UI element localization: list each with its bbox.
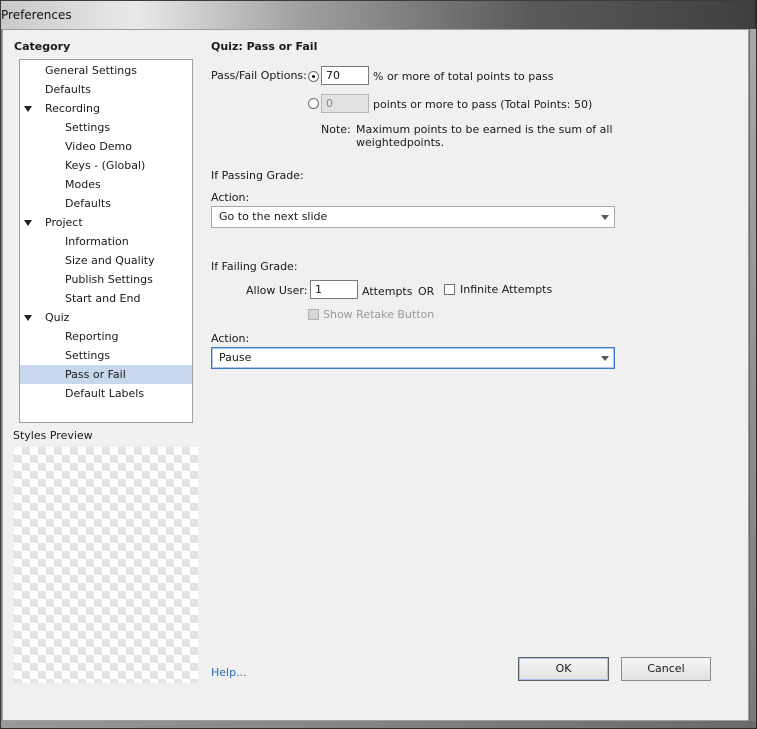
tree-item-label: Reporting — [65, 330, 119, 343]
infinite-attempts-label: Infinite Attempts — [460, 283, 553, 296]
tree-item[interactable]: General Settings — [20, 61, 192, 80]
expand-arrow-icon[interactable] — [24, 106, 32, 112]
points-input[interactable]: 0 — [321, 94, 369, 113]
tree-item[interactable]: Project — [20, 213, 192, 232]
failing-grade-heading: If Failing Grade: — [211, 260, 298, 273]
tree-item-label: General Settings — [45, 64, 137, 77]
window-right-border — [750, 29, 756, 726]
tree-item[interactable]: Defaults — [20, 80, 192, 99]
note-text-line1: Maximum points to be earned is the sum o… — [356, 123, 613, 136]
passing-action-value: Go to the next slide — [219, 210, 328, 223]
passing-action-select[interactable]: Go to the next slide — [211, 206, 615, 228]
tree-item[interactable]: Start and End — [20, 289, 192, 308]
category-tree[interactable]: General Settings Defaults Recording Setting… — [19, 59, 193, 423]
tree-item-label: Modes — [65, 178, 101, 191]
allow-user-label: Allow User: — [246, 284, 308, 297]
tree-item-label: Information — [65, 235, 129, 248]
panel-title: Quiz: Pass or Fail — [211, 40, 318, 53]
percent-suffix-label: % or more of total points to pass — [373, 70, 554, 83]
tree-item-label: Recording — [45, 102, 101, 115]
tree-item[interactable]: Size and Quality — [20, 251, 192, 270]
tree-item-label: Start and End — [65, 292, 141, 305]
note-label: Note: — [321, 123, 351, 136]
title-bar[interactable]: Preferences — [1, 1, 754, 29]
tree-item-label: Project — [45, 216, 83, 229]
points-radio[interactable] — [308, 98, 319, 109]
window-title: Preferences — [1, 8, 72, 22]
tree-item-label: Keys - (Global) — [65, 159, 146, 172]
tree-item[interactable]: Information — [20, 232, 192, 251]
cancel-button[interactable]: Cancel — [621, 657, 711, 681]
percent-radio[interactable] — [308, 71, 319, 82]
preferences-window: Preferences Category General Settings Def… — [0, 0, 756, 728]
show-retake-checkbox[interactable] — [308, 309, 319, 320]
failing-action-select[interactable]: Pause — [211, 347, 615, 369]
tree-item[interactable]: Quiz — [20, 308, 192, 327]
styles-preview-label: Styles Preview — [13, 429, 93, 442]
infinite-attempts-checkbox[interactable] — [444, 284, 455, 295]
window-bottom-border — [1, 721, 756, 728]
tree-item-label: Settings — [65, 349, 111, 362]
failing-action-value: Pause — [219, 351, 252, 364]
attempts-label: Attempts — [362, 285, 413, 298]
tree-item-label: Quiz — [45, 311, 70, 324]
ok-button[interactable]: OK — [518, 657, 609, 681]
attempts-input[interactable]: 1 — [310, 280, 358, 299]
points-suffix-label: points or more to pass (Total Points: 50… — [373, 98, 593, 111]
tree-item[interactable]: Recording — [20, 99, 192, 118]
percent-input[interactable]: 70 — [321, 66, 369, 85]
dialog-body: Category General Settings Defaults Recordi… — [2, 29, 749, 721]
tree-item-label: Video Demo — [65, 140, 132, 153]
tree-item[interactable]: Modes — [20, 175, 192, 194]
chevron-down-icon — [601, 215, 609, 220]
tree-item-label: Publish Settings — [65, 273, 153, 286]
pass-fail-options-label: Pass/Fail Options: — [211, 69, 307, 82]
note-text-line2: weightedpoints. — [356, 136, 445, 149]
tree-item-label: Defaults — [65, 197, 111, 210]
tree-item[interactable]: Settings — [20, 346, 192, 365]
tree-item[interactable]: Keys - (Global) — [20, 156, 192, 175]
help-link[interactable]: Help... — [211, 666, 247, 679]
tree-item[interactable]: Pass or Fail — [20, 365, 192, 384]
tree-item-label: Pass or Fail — [65, 368, 126, 381]
category-heading: Category — [14, 40, 71, 53]
tree-item[interactable]: Video Demo — [20, 137, 192, 156]
styles-preview-area — [14, 447, 198, 683]
show-retake-label: Show Retake Button — [323, 308, 435, 321]
tree-item[interactable]: Defaults — [20, 194, 192, 213]
failing-action-label: Action: — [211, 332, 250, 345]
tree-item-label: Settings — [65, 121, 111, 134]
tree-item[interactable]: Reporting — [20, 327, 192, 346]
tree-item-label: Size and Quality — [65, 254, 155, 267]
tree-item[interactable]: Default Labels — [20, 384, 192, 403]
tree-item-label: Default Labels — [65, 387, 145, 400]
tree-item[interactable]: Settings — [20, 118, 192, 137]
passing-action-label: Action: — [211, 191, 250, 204]
passing-grade-heading: If Passing Grade: — [211, 169, 304, 182]
expand-arrow-icon[interactable] — [24, 315, 32, 321]
tree-item-label: Defaults — [45, 83, 91, 96]
or-label: OR — [418, 285, 435, 298]
chevron-down-icon — [601, 356, 609, 361]
tree-item[interactable]: Publish Settings — [20, 270, 192, 289]
expand-arrow-icon[interactable] — [24, 220, 32, 226]
